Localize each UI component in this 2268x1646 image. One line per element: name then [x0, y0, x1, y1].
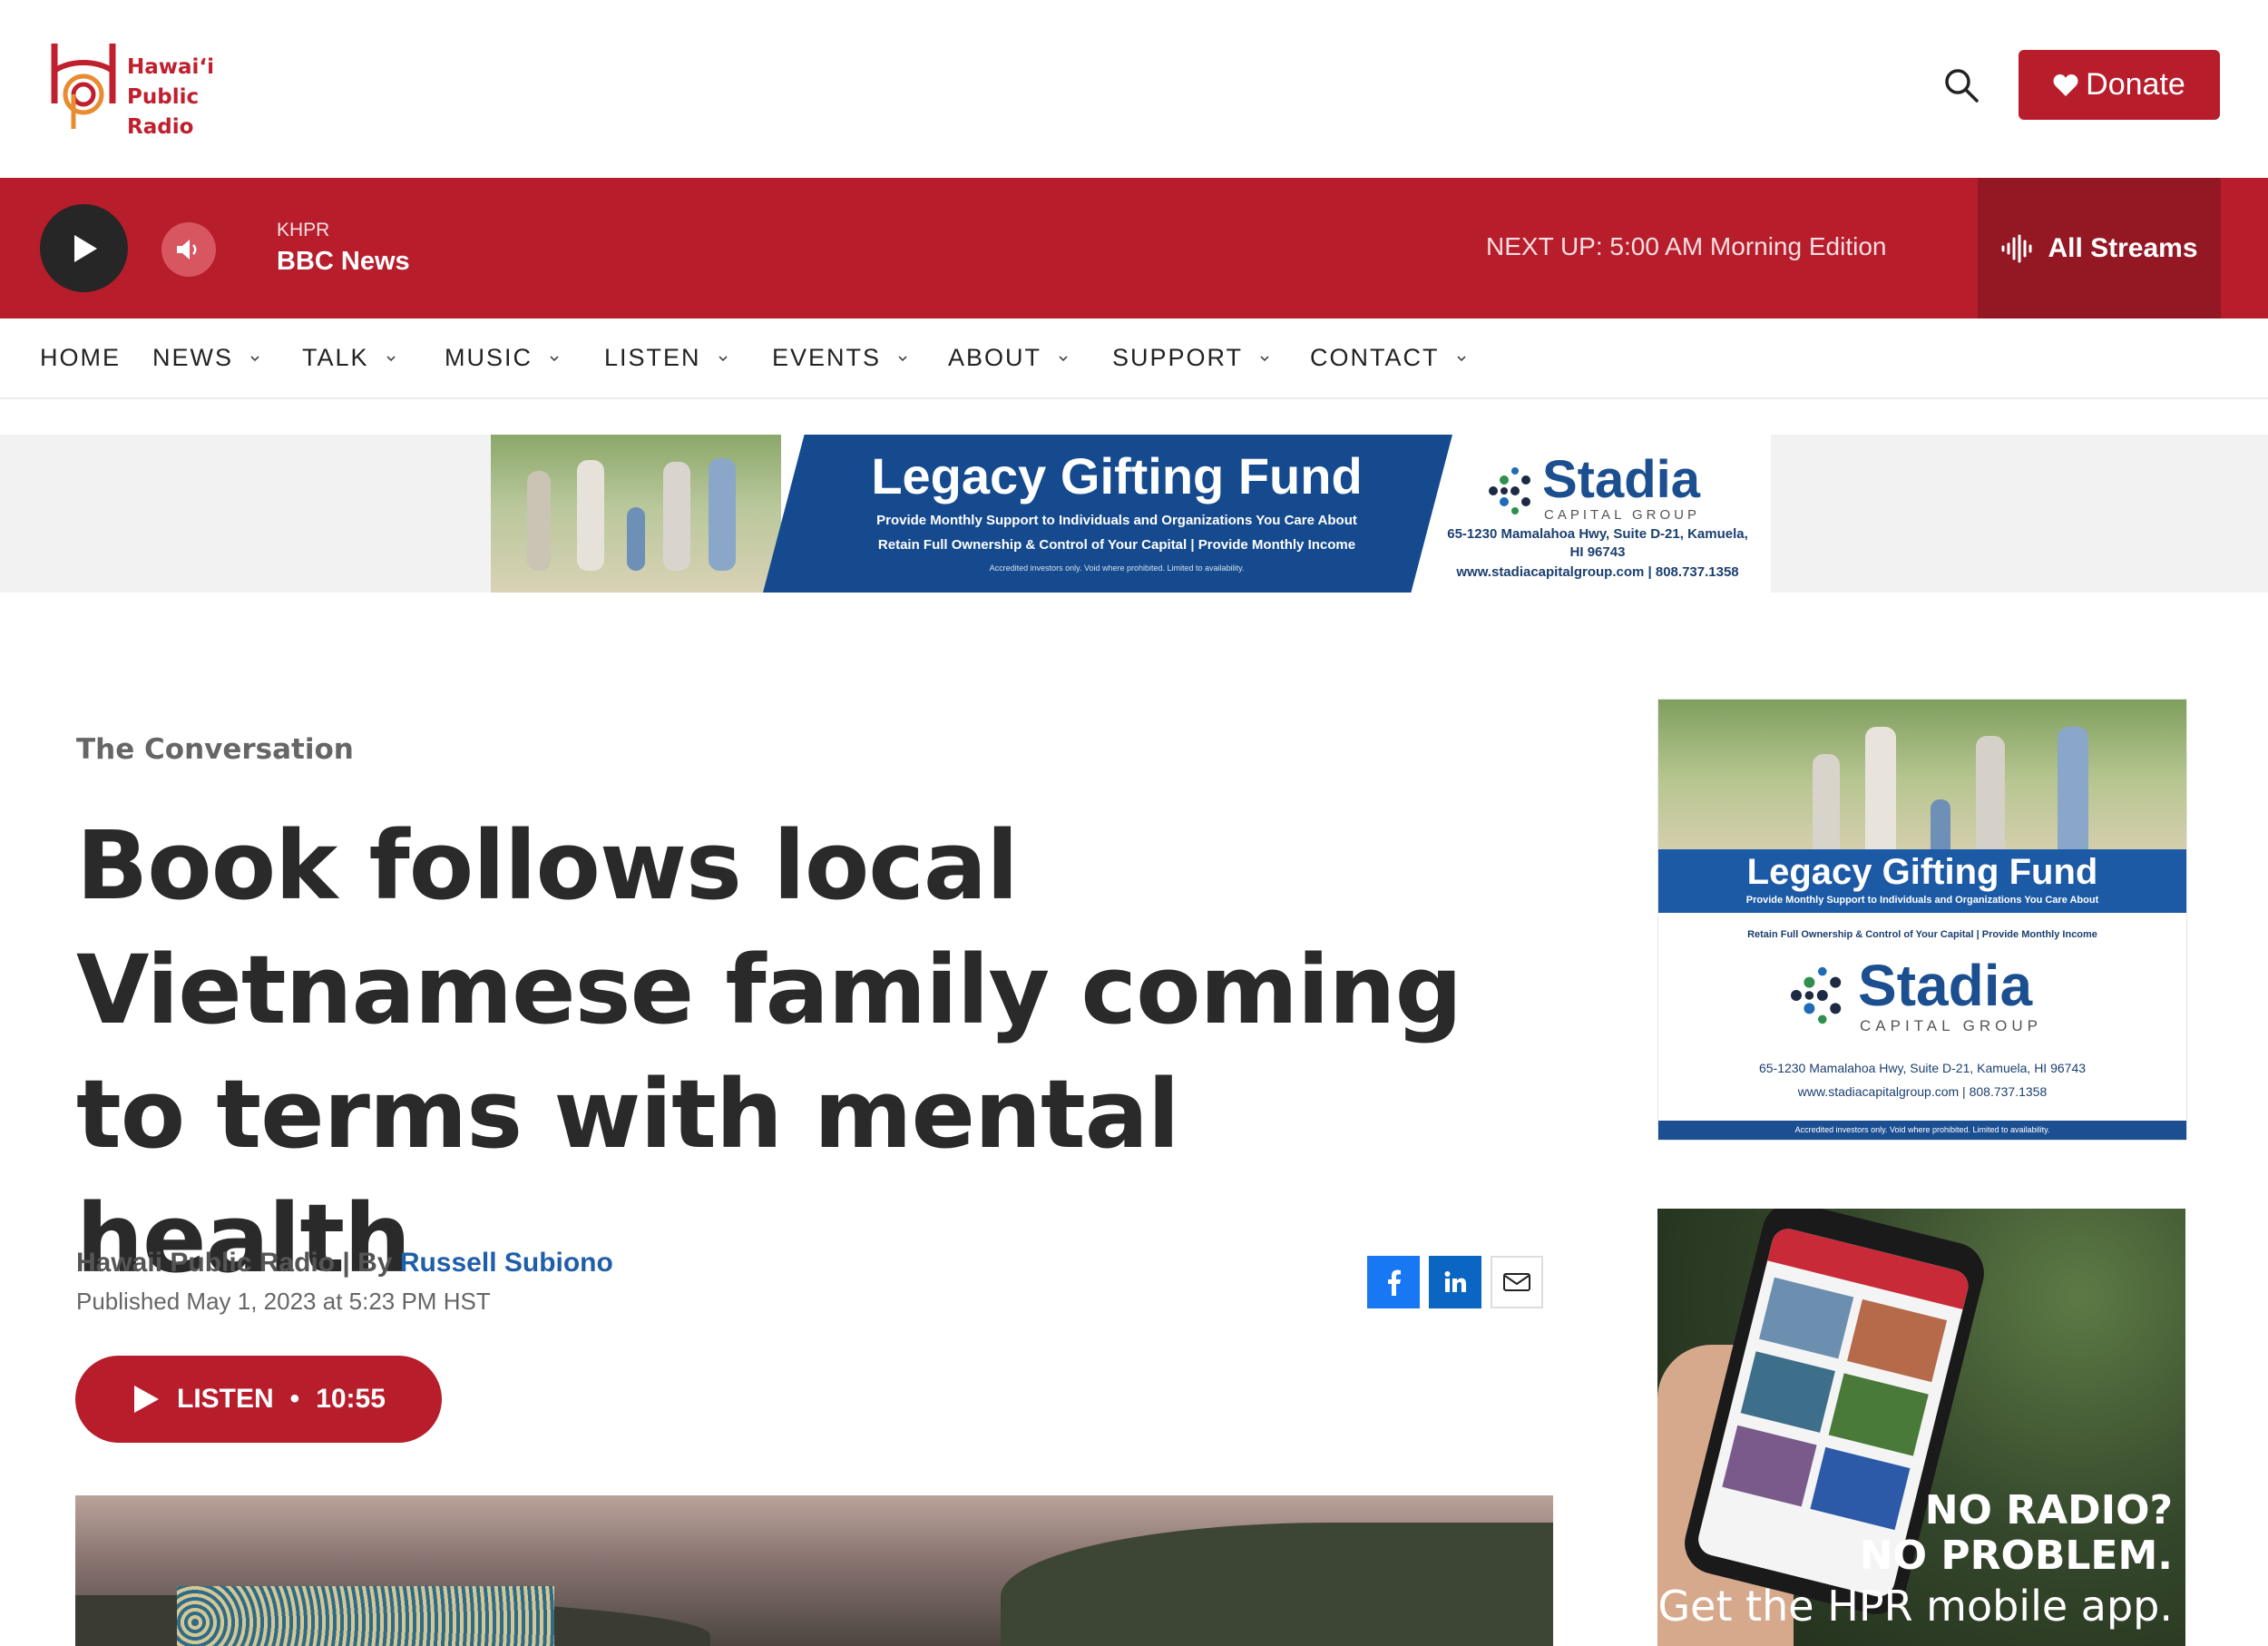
banner-brand: Stadia	[1542, 450, 1701, 509]
chevron-down-icon	[718, 355, 728, 361]
logo-mark-icon	[51, 44, 116, 129]
sidebar-ad-title: Legacy Gifting Fund	[1746, 852, 2098, 892]
banner-address-1: 65-1230 Mamalahoa Hwy, Suite D-21, Kamue…	[1447, 526, 1748, 542]
nav-item-label: HOME	[40, 344, 121, 371]
sidebar-ad-line-2: Retain Full Ownership & Control of Your …	[1747, 929, 2097, 940]
app-ad-line-3: Get the HPR mobile app.	[1657, 1582, 2173, 1631]
banner-brand-sub: CAPITAL GROUP	[1544, 507, 1701, 523]
sidebar-ad-contact: www.stadiacapitalgroup.com | 808.737.135…	[1797, 1084, 2048, 1099]
listen-duration: 10:55	[316, 1384, 386, 1414]
logo-line-1: Hawai‘i	[127, 55, 215, 79]
nav-item-music[interactable]: MUSIC	[445, 318, 560, 397]
nav-item-home[interactable]: HOME	[40, 318, 121, 397]
next-up-time: 5:00 AM	[1609, 232, 1704, 260]
book-cover	[177, 1586, 554, 1646]
article-headline: Book follows local Vietnamese family com…	[76, 810, 1462, 1294]
play-button[interactable]	[40, 204, 128, 292]
site-header: Hawai‘i Public Radio Donate	[0, 0, 2268, 178]
banner-ad[interactable]: Legacy Gifting Fund Provide Monthly Supp…	[491, 435, 1771, 593]
listen-label: LISTEN	[177, 1384, 274, 1414]
app-ad-line-2: NO PROBLEM.	[1859, 1533, 2173, 1579]
heart-icon	[2053, 73, 2078, 96]
main-navigation: HOME NEWS TALK MUSIC LISTEN EVENTS ABOUT…	[0, 318, 2268, 399]
volume-icon	[177, 240, 197, 260]
listen-button[interactable]: LISTEN • 10:55	[75, 1356, 442, 1443]
sidebar-ad-brand: Stadia	[1858, 953, 2033, 1018]
sidebar-ad-brand-sub: CAPITAL GROUP	[1860, 1017, 2043, 1034]
search-button[interactable]	[1941, 65, 1981, 105]
play-icon	[73, 234, 97, 262]
article-kicker[interactable]: The Conversation	[76, 733, 354, 766]
donate-label: Donate	[2086, 67, 2185, 102]
nav-item-label: TALK	[302, 344, 369, 371]
listen-separator: •	[289, 1384, 300, 1414]
nav-item-support[interactable]: SUPPORT	[1112, 318, 1270, 397]
audio-waveform-icon	[2001, 234, 2032, 262]
facebook-icon	[1388, 1269, 1401, 1296]
banner-contact: www.stadiacapitalgroup.com | 808.737.135…	[1456, 564, 1739, 580]
app-ad-line-1: NO RADIO?	[1924, 1487, 2173, 1533]
chevron-down-icon	[1456, 355, 1466, 361]
article-hero-image	[75, 1495, 1553, 1646]
nav-item-listen[interactable]: LISTEN	[604, 318, 728, 397]
nav-item-contact[interactable]: CONTACT	[1310, 318, 1467, 397]
banner-line-2: Retain Full Ownership & Control of Your …	[877, 537, 1356, 553]
next-up-program: Morning Edition	[1709, 232, 1887, 260]
nav-item-label: ABOUT	[948, 344, 1042, 371]
nav-item-label: SUPPORT	[1112, 344, 1244, 371]
nav-item-about[interactable]: ABOUT	[948, 318, 1069, 397]
play-icon	[134, 1386, 159, 1413]
sidebar-ad-line-1: Provide Monthly Support to Individuals a…	[1745, 895, 2099, 906]
chevron-down-icon	[550, 355, 559, 361]
nav-item-label: LISTEN	[604, 344, 701, 371]
banner-address-2: HI 96743	[1569, 544, 1626, 560]
nav-item-talk[interactable]: TALK	[302, 318, 396, 397]
stadia-dots-icon	[1791, 966, 1842, 1024]
article-byline: Hawaii Public Radio | By Russell Subiono	[76, 1248, 613, 1279]
email-icon	[1503, 1273, 1530, 1291]
banner-photo	[491, 435, 781, 593]
byline-author-link[interactable]: Russell Subiono	[400, 1248, 613, 1278]
next-up-label: NEXT UP:	[1486, 232, 1603, 260]
nav-item-label: CONTACT	[1310, 344, 1440, 371]
nav-item-label: NEWS	[152, 344, 233, 371]
ad-strip: Legacy Gifting Fund Provide Monthly Supp…	[0, 435, 2268, 593]
nav-item-news[interactable]: NEWS	[152, 318, 260, 397]
chevron-down-icon	[898, 355, 907, 361]
station-name: KHPR	[277, 220, 330, 240]
byline-source: Hawaii Public Radio | By	[76, 1248, 400, 1278]
all-streams-button[interactable]: All Streams	[1978, 178, 2221, 318]
banner-fine-print: Accredited investors only. Void where pr…	[989, 563, 1245, 573]
share-linkedin-button[interactable]	[1429, 1256, 1481, 1308]
logo-line-2: Public Radio	[127, 85, 200, 139]
nav-item-label: MUSIC	[445, 344, 533, 371]
all-streams-label: All Streams	[2048, 232, 2198, 263]
sidebar-ad-mobile-app[interactable]: NO RADIO? NO PROBLEM. Get the HPR mobile…	[1657, 1209, 2185, 1646]
site-logo[interactable]: Hawai‘i Public Radio	[47, 38, 265, 139]
share-email-button[interactable]	[1491, 1256, 1543, 1308]
linkedin-icon	[1444, 1271, 1466, 1292]
chevron-down-icon	[386, 355, 396, 361]
nav-item-events[interactable]: EVENTS	[772, 318, 908, 397]
chevron-down-icon	[250, 355, 259, 361]
banner-title: Legacy Gifting Fund	[871, 447, 1363, 505]
banner-line-1: Provide Monthly Support to Individuals a…	[876, 513, 1357, 528]
volume-button[interactable]	[161, 222, 216, 277]
donate-button[interactable]: Donate	[2019, 50, 2220, 120]
sidebar-ad-fine-print: Accredited investors only. Void where pr…	[1658, 1121, 2186, 1140]
nav-item-label: EVENTS	[772, 344, 882, 371]
sidebar-ad-legacy-gifting[interactable]: Legacy Gifting Fund Provide Monthly Supp…	[1657, 699, 2187, 1141]
next-up-info: NEXT UP: 5:00 AM Morning Edition	[1486, 232, 1886, 261]
share-facebook-button[interactable]	[1367, 1256, 1420, 1308]
search-icon	[1945, 69, 1979, 103]
chevron-down-icon	[1260, 355, 1269, 361]
sidebar-ad-address: 65-1230 Mamalahoa Hwy, Suite D-21, Kamue…	[1758, 1061, 2087, 1075]
current-program: BBC News	[277, 247, 410, 276]
live-player-bar: KHPR BBC News NEXT UP: 5:00 AM Morning E…	[0, 178, 2268, 318]
stadia-dots-icon	[1489, 467, 1530, 514]
sidebar-ad-photo	[1658, 700, 2186, 858]
publish-date: Published May 1, 2023 at 5:23 PM HST	[76, 1288, 491, 1315]
chevron-down-icon	[1059, 355, 1068, 361]
